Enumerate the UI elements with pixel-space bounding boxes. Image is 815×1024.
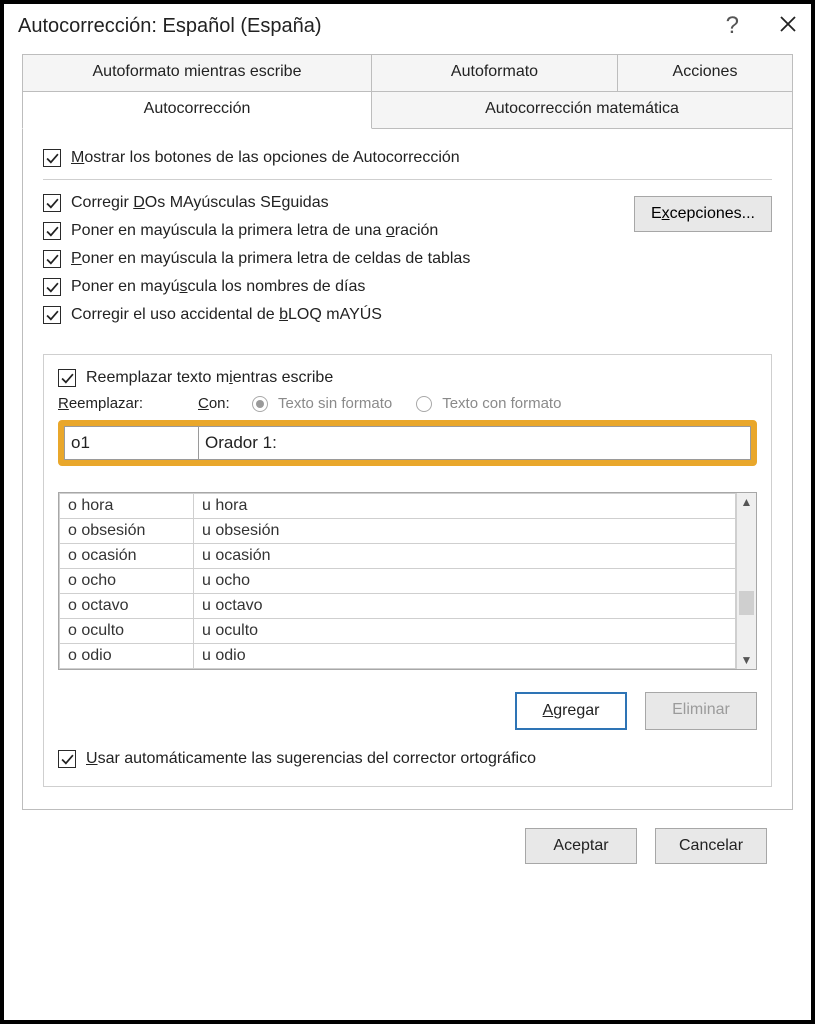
scrollbar[interactable]: ▲ ▼	[736, 493, 756, 669]
entry-with: u ocho	[194, 569, 736, 594]
tab-math-autocorrect[interactable]: Autocorrección matemática	[372, 91, 793, 129]
label-day-names: Poner en mayúscula los nombres de días	[71, 278, 365, 296]
radio-formatted-text[interactable]	[416, 396, 432, 412]
radio-plain-text[interactable]	[252, 396, 268, 412]
checkbox-spellcheck-suggestions[interactable]	[58, 750, 76, 768]
checkbox-first-letter-sentence[interactable]	[43, 222, 61, 240]
table-row[interactable]: o odiou odio	[60, 644, 736, 669]
entry-replace: o obsesión	[60, 519, 194, 544]
entry-replace: o octavo	[60, 594, 194, 619]
label-with-column: Con:	[198, 395, 246, 412]
tab-area: Autoformato mientras escribe Autoformato…	[22, 54, 793, 129]
checkbox-day-names[interactable]	[43, 278, 61, 296]
help-icon[interactable]: ?	[726, 12, 739, 40]
entry-with: u ocasión	[194, 544, 736, 569]
entries-table[interactable]: o horau horao obsesiónu obsesióno ocasió…	[59, 493, 736, 669]
scroll-down-icon[interactable]: ▼	[737, 651, 756, 669]
label-two-caps: Corregir DOs MAyúsculas SEguidas	[71, 194, 329, 212]
checkbox-caps-lock[interactable]	[43, 306, 61, 324]
exceptions-button[interactable]: Excepciones...	[634, 196, 772, 232]
close-icon[interactable]	[779, 15, 797, 38]
tab-autoformat[interactable]: Autoformato	[372, 54, 618, 92]
entry-with: u oculto	[194, 619, 736, 644]
entry-replace: o odio	[60, 644, 194, 669]
entry-replace: o ocho	[60, 569, 194, 594]
title-bar: Autocorrección: Español (España) ?	[4, 4, 811, 50]
dialog-frame: Autocorrección: Español (España) ? Autof…	[0, 0, 815, 1024]
label-replace-column: Reemplazar:	[58, 395, 198, 412]
tab-autoformat-typing[interactable]: Autoformato mientras escribe	[22, 54, 372, 92]
replace-block: Reemplazar texto mientras escribe Reempl…	[43, 354, 772, 787]
with-input[interactable]: Orador 1:	[198, 426, 751, 460]
checkbox-first-letter-table[interactable]	[43, 250, 61, 268]
replace-input[interactable]: o1	[64, 426, 198, 460]
ok-button[interactable]: Aceptar	[525, 828, 637, 864]
scroll-up-icon[interactable]: ▲	[737, 493, 756, 511]
autocorrect-panel: Mostrar los botones de las opciones de A…	[22, 128, 793, 810]
checkbox-replace-text[interactable]	[58, 369, 76, 387]
dialog-title: Autocorrección: Español (España)	[18, 15, 726, 38]
radio-formatted-text-label: Texto con formato	[442, 395, 561, 412]
entry-replace: o hora	[60, 494, 194, 519]
entry-with: u octavo	[194, 594, 736, 619]
delete-button: Eliminar	[645, 692, 757, 730]
entry-replace: o oculto	[60, 619, 194, 644]
highlighted-inputs: o1 Orador 1:	[58, 420, 757, 466]
scroll-thumb[interactable]	[739, 591, 754, 615]
checkbox-two-caps[interactable]	[43, 194, 61, 212]
checkbox-show-buttons[interactable]	[43, 149, 61, 167]
table-row[interactable]: o ocultou oculto	[60, 619, 736, 644]
entry-with: u odio	[194, 644, 736, 669]
table-row[interactable]: o horau hora	[60, 494, 736, 519]
label-first-letter-sentence: Poner en mayúscula la primera letra de u…	[71, 222, 438, 240]
table-row[interactable]: o octavou octavo	[60, 594, 736, 619]
cancel-button[interactable]: Cancelar	[655, 828, 767, 864]
tab-actions[interactable]: Acciones	[618, 54, 793, 92]
entry-with: u obsesión	[194, 519, 736, 544]
table-row[interactable]: o obsesiónu obsesión	[60, 519, 736, 544]
table-row[interactable]: o ochou ocho	[60, 569, 736, 594]
label-spellcheck-suggestions: Usar automáticamente las sugerencias del…	[86, 750, 536, 768]
label-first-letter-table: Poner en mayúscula la primera letra de c…	[71, 250, 470, 268]
label-replace-text: Reemplazar texto mientras escribe	[86, 369, 333, 387]
entry-with: u hora	[194, 494, 736, 519]
entry-replace: o ocasión	[60, 544, 194, 569]
table-row[interactable]: o ocasiónu ocasión	[60, 544, 736, 569]
label-show-buttons: Mostrar los botones de las opciones de A…	[71, 149, 460, 167]
radio-plain-text-label: Texto sin formato	[278, 395, 392, 412]
add-button[interactable]: Agregar	[515, 692, 627, 730]
label-caps-lock: Corregir el uso accidental de bLOQ mAYÚS	[71, 306, 382, 324]
tab-autocorrect[interactable]: Autocorrección	[22, 91, 372, 129]
